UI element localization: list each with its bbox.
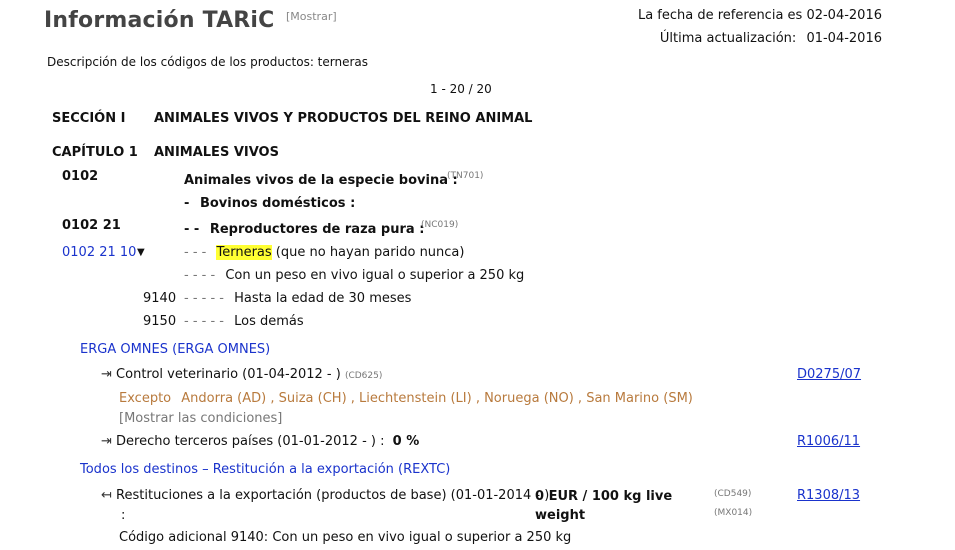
regulation-link-d0275[interactable]: D0275/07 [797,367,861,382]
bovinos-description: Bovinos domésticos : [199,196,356,211]
suffix-9140: 9140 [143,291,177,306]
suffix-9150-description: Los demás [234,314,304,329]
exceptions: Excepto Andorra (AD) , Suiza (CH) , Liec… [119,391,693,406]
dashes: - - - - - [184,291,224,306]
section-label: SECCIÓN I [52,111,126,126]
measure-veterinary-control: ⇥ Control veterinario (01-04-2012 - ) (C… [101,367,382,382]
except-label: Excepto [119,391,172,406]
description: Descripción de los códigos de los produc… [47,55,369,69]
measure-third-country-duty: ⇥ Derecho terceros países (01-01-2012 - … [101,434,419,449]
measure-note[interactable]: (CD625) [345,371,382,381]
suffix-9140-row: - - - - - Hasta la edad de 30 meses [184,291,411,306]
measure-arrow-icon: ⇥ [101,434,112,449]
dashes: - - - - - [184,314,224,329]
measure-arrow-icon: ↤ [101,488,112,503]
all-destinations-heading[interactable]: Todos los destinos – Restitución a la ex… [80,462,450,477]
duty-value: 0 % [392,434,420,449]
regulation-link-r1006[interactable]: R1006/11 [797,434,860,449]
refund-value-line1: 0 EUR / 100 kg live [535,489,673,504]
chapter-title: ANIMALES VIVOS [154,145,279,160]
refund-note-cd549[interactable]: (CD549) [714,489,751,499]
measure-text: Derecho terceros países (01-01-2012 - ) … [116,434,385,449]
chapter-label: CAPÍTULO 1 [52,145,138,160]
pagination: 1 - 20 / 20 [430,82,492,96]
measure-text: Restituciones a la exportación (producto… [116,488,550,503]
search-highlight: Terneras [216,245,272,260]
code-01022110-link[interactable]: 0102 21 10 [62,245,136,260]
measure-export-refund: ↤ Restituciones a la exportación (produc… [101,488,549,503]
refund-note-mx014[interactable]: (MX014) [714,508,752,518]
last-update: Última actualización: 01-04-2016 [660,31,882,46]
weight-description: Con un peso en vivo igual o superior a 2… [225,268,525,283]
show-toggle-link[interactable]: [Mostrar] [286,10,337,23]
page-title: Información TARiC [44,8,275,33]
measure-text: Control veterinario (01-04-2012 - ) [116,367,341,382]
code-010221-note[interactable]: (NC019) [421,220,458,230]
code-010221-description: Reproductores de raza pura : [209,222,425,237]
code-0102-description: Animales vivos de la especie bovina : [184,173,458,188]
except-countries: Andorra (AD) , Suiza (CH) , Liechtenstei… [181,391,693,406]
expand-triangle-icon[interactable]: ▼ [137,247,145,258]
code-010221: 0102 21 [62,218,121,233]
suffix-9140-description: Hasta la edad de 30 meses [234,291,412,306]
code-0102-note[interactable]: (TN701) [447,171,483,181]
weight-row: - - - - Con un peso en vivo igual o supe… [184,268,524,283]
dashes: - - - [184,245,207,260]
measure-colon: : [121,508,126,523]
additional-code: Código adicional 9140: Con un peso en vi… [119,530,572,545]
refund-value-line2: weight [535,508,586,523]
bovinos-row: - Bovinos domésticos : [184,196,355,211]
code-01022110-description: (que no hayan parido nunca) [275,245,465,260]
last-update-label: Última actualización: [659,31,797,46]
code-0102: 0102 [62,169,99,184]
measure-arrow-icon: ⇥ [101,367,112,382]
dashes: - - - - [184,268,216,283]
dashes: - [184,196,190,211]
code-010221-row: - - Reproductores de raza pura : [184,222,424,237]
suffix-9150-row: - - - - - Los demás [184,314,304,329]
section-title: ANIMALES VIVOS Y PRODUCTOS DEL REINO ANI… [154,111,533,126]
code-01022110-row: - - - Terneras (que no hayan parido nunc… [184,245,464,260]
erga-omnes-heading[interactable]: ERGA OMNES (ERGA OMNES) [80,342,270,357]
dashes: - - [184,222,200,237]
suffix-9150: 9150 [143,314,177,329]
reference-date: La fecha de referencia es 02-04-2016 [637,8,882,23]
last-update-date: 01-04-2016 [806,31,882,46]
regulation-link-r1308[interactable]: R1308/13 [797,488,860,503]
show-conditions-link[interactable]: [Mostrar las condiciones] [119,411,282,426]
